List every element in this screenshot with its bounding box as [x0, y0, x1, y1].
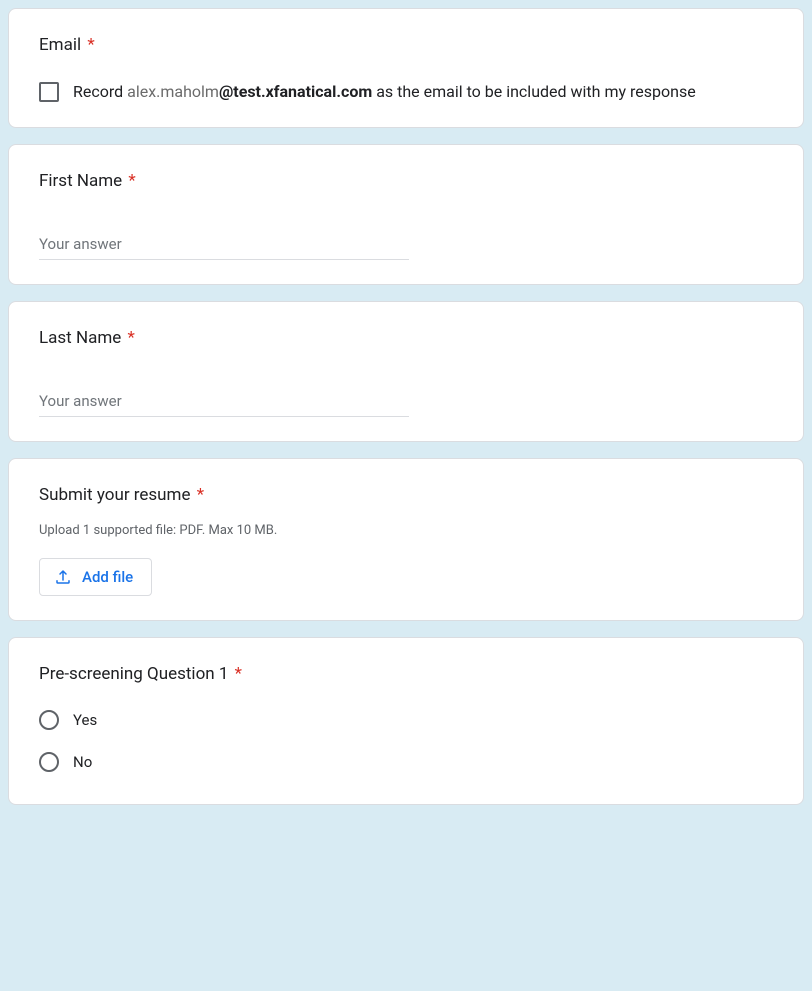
add-file-label: Add file: [82, 568, 133, 586]
first-name-label: First Name *: [39, 169, 773, 193]
record-email-row[interactable]: Record alex.maholm@test.xfanatical.com a…: [39, 81, 773, 103]
email-label-text: Email: [39, 35, 81, 55]
resume-card: Submit your resume * Upload 1 supported …: [8, 458, 804, 621]
required-mark: *: [87, 35, 94, 55]
first-name-card: First Name *: [8, 144, 804, 285]
add-file-button[interactable]: Add file: [39, 558, 152, 596]
last-name-label-text: Last Name: [39, 328, 121, 348]
required-mark: *: [128, 171, 135, 191]
last-name-label: Last Name *: [39, 326, 773, 350]
record-email-user: alex.maholm: [127, 82, 219, 101]
required-mark: *: [127, 328, 134, 348]
required-mark: *: [235, 664, 242, 684]
resume-help-text: Upload 1 supported file: PDF. Max 10 MB.: [39, 523, 773, 538]
prescreen-card: Pre-screening Question 1 * Yes No: [8, 637, 804, 805]
prescreen-label-text: Pre-screening Question 1: [39, 664, 228, 684]
resume-label: Submit your resume *: [39, 483, 773, 507]
record-email-checkbox[interactable]: [39, 82, 59, 102]
radio-no[interactable]: [39, 752, 59, 772]
last-name-card: Last Name *: [8, 301, 804, 442]
record-email-text: Record alex.maholm@test.xfanatical.com a…: [73, 81, 696, 103]
prescreen-label: Pre-screening Question 1 *: [39, 662, 773, 686]
first-name-input[interactable]: [39, 229, 409, 260]
record-email-domain: @test.xfanatical.com: [219, 82, 372, 101]
resume-label-text: Submit your resume: [39, 485, 190, 505]
radio-yes[interactable]: [39, 710, 59, 730]
radio-yes-label: Yes: [73, 711, 97, 729]
record-prefix: Record: [73, 82, 127, 101]
prescreen-option-yes[interactable]: Yes: [39, 710, 773, 730]
upload-icon: [54, 568, 72, 586]
required-mark: *: [197, 485, 204, 505]
record-suffix: as the email to be included with my resp…: [372, 82, 696, 101]
radio-no-label: No: [73, 753, 92, 771]
email-label: Email *: [39, 33, 773, 57]
last-name-input[interactable]: [39, 386, 409, 417]
prescreen-option-no[interactable]: No: [39, 752, 773, 772]
prescreen-options: Yes No: [39, 710, 773, 772]
first-name-label-text: First Name: [39, 171, 122, 191]
email-card: Email * Record alex.maholm@test.xfanatic…: [8, 8, 804, 128]
